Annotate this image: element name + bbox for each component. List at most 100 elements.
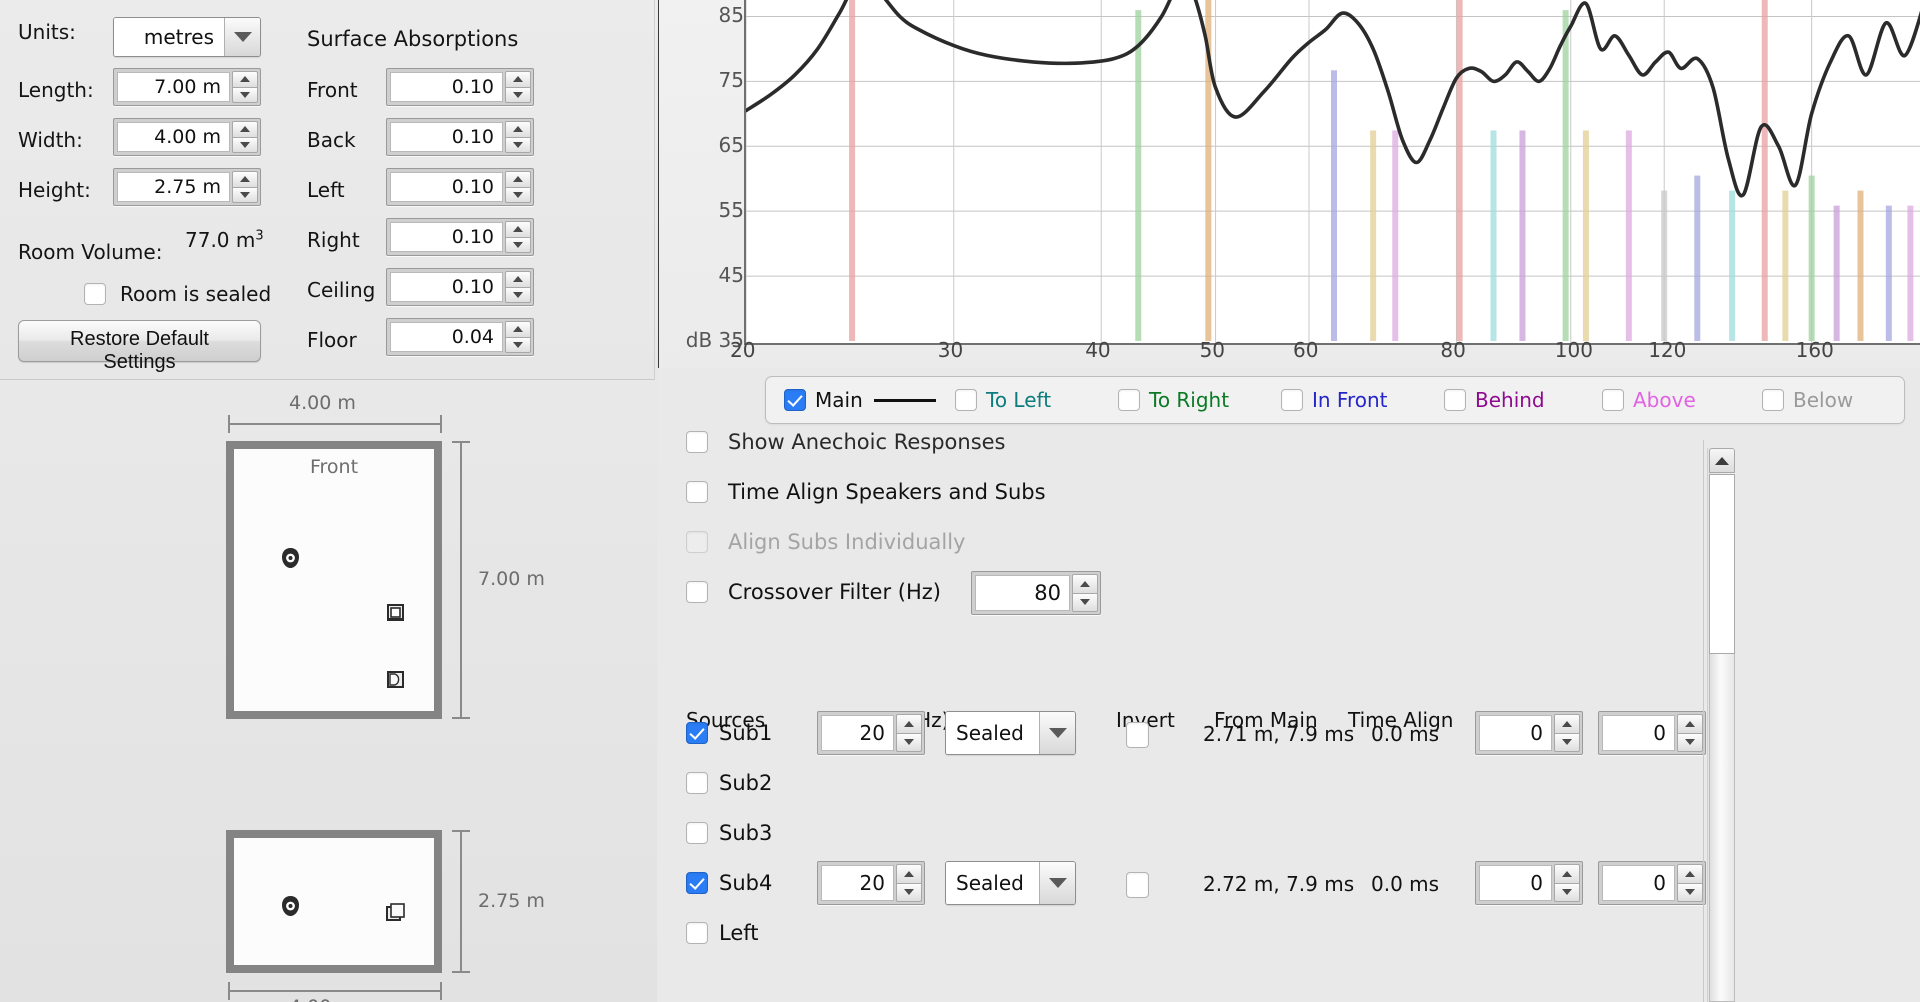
width-stepper-buttons[interactable] (232, 121, 258, 153)
legend-item-to-right[interactable]: To Right (1104, 388, 1267, 412)
absorption-right-increment-button[interactable] (505, 221, 531, 237)
crossover-decrement-button[interactable] (1072, 593, 1098, 613)
room-plan-view[interactable]: 4.00 m Front (0, 390, 655, 790)
absorption-input-floor[interactable]: 0.04 (390, 322, 503, 352)
listener-head-side-icon[interactable] (280, 895, 301, 917)
absorption-ceiling-buttons[interactable] (505, 271, 531, 303)
crossover-filter-row[interactable]: Crossover Filter (Hz) (686, 580, 941, 604)
scrollbar-thumb[interactable] (1709, 474, 1735, 654)
absorption-ceiling-increment-button[interactable] (505, 271, 531, 287)
subwoofer-side-icon[interactable] (386, 903, 406, 923)
delay-sub4-increment-button[interactable] (1554, 864, 1580, 883)
chart-legend[interactable]: MainTo LeftTo RightIn FrontBehindAboveBe… (765, 376, 1905, 424)
absorption-floor-buttons[interactable] (505, 321, 531, 353)
source-checkbox-sub2[interactable] (686, 772, 708, 794)
lf-3db-sub1-stepper[interactable]: 20 (817, 711, 925, 755)
lf-3db-sub1-stepper-buttons[interactable] (896, 714, 922, 752)
absorption-left-increment-button[interactable] (505, 171, 531, 187)
width-increment-button[interactable] (232, 121, 258, 137)
source-checkbox-sub4[interactable] (686, 872, 708, 894)
show-anechoic-row[interactable]: Show Anechoic Responses (686, 430, 1006, 454)
width-stepper[interactable]: 4.00 m (113, 118, 261, 156)
legend-checkbox-behind[interactable] (1444, 389, 1466, 411)
lf-3db-sub4-input[interactable]: 20 (821, 865, 894, 901)
gain-sub1-input[interactable]: 0 (1602, 715, 1675, 751)
frequency-response-chart[interactable]: 4555657585dB 35 203040506080100120160 (658, 0, 1920, 368)
scrollbar-up-button[interactable] (1709, 448, 1735, 473)
table-row[interactable]: Left (686, 908, 1706, 958)
lf-3db-sub1-decrement-button[interactable] (896, 733, 922, 753)
absorption-stepper-right[interactable]: 0.10 (386, 218, 534, 256)
subwoofer-icon[interactable] (387, 671, 405, 689)
absorption-floor-increment-button[interactable] (505, 321, 531, 337)
gain-sub4-increment-button[interactable] (1677, 864, 1703, 883)
absorption-back-buttons[interactable] (505, 121, 531, 153)
absorption-input-ceiling[interactable]: 0.10 (390, 272, 503, 302)
gain-sub4-decrement-button[interactable] (1677, 883, 1703, 903)
crossover-filter-checkbox[interactable] (686, 581, 708, 603)
legend-checkbox-below[interactable] (1762, 389, 1784, 411)
gain-sub1-increment-button[interactable] (1677, 714, 1703, 733)
absorption-front-decrement-button[interactable] (505, 87, 531, 104)
units-select[interactable]: metres (113, 17, 261, 57)
listener-head-icon[interactable] (280, 547, 301, 569)
gain-sub4-stepper-buttons[interactable] (1677, 864, 1703, 902)
absorption-stepper-ceiling[interactable]: 0.10 (386, 268, 534, 306)
lf-3db-sub4-stepper-buttons[interactable] (896, 864, 922, 902)
lf-3db-sub4-increment-button[interactable] (896, 864, 922, 883)
enclosure-select-sub4[interactable]: Sealed (945, 861, 1076, 905)
delay-sub1-decrement-button[interactable] (1554, 733, 1580, 753)
time-align-checkbox[interactable] (686, 481, 708, 503)
width-input[interactable]: 4.00 m (117, 122, 230, 152)
legend-item-above[interactable]: Above (1588, 388, 1748, 412)
chart-plot-area[interactable] (744, 0, 1920, 345)
legend-item-in-front[interactable]: In Front (1267, 388, 1430, 412)
crossover-frequency-stepper[interactable]: 80 (971, 571, 1101, 615)
room-elevation-view[interactable]: 2.75 m 4.00 m (0, 820, 655, 1002)
table-row[interactable]: Sub3 (686, 808, 1706, 858)
invert-checkbox-sub1[interactable] (1126, 722, 1149, 748)
delay-sub4-input[interactable]: 0 (1479, 865, 1552, 901)
legend-item-to-left[interactable]: To Left (941, 388, 1104, 412)
absorption-front-buttons[interactable] (505, 71, 531, 103)
source-checkbox-sub3[interactable] (686, 822, 708, 844)
absorption-stepper-left[interactable]: 0.10 (386, 168, 534, 206)
table-row[interactable]: Sub120Sealed2.71 m, 7.9 ms0.0 ms00 (686, 708, 1706, 758)
absorption-right-decrement-button[interactable] (505, 237, 531, 254)
legend-checkbox-to-right[interactable] (1118, 389, 1140, 411)
legend-checkbox-main[interactable] (784, 389, 806, 411)
height-stepper-buttons[interactable] (232, 171, 258, 203)
height-input[interactable]: 2.75 m (117, 172, 230, 202)
crossover-increment-button[interactable] (1072, 574, 1098, 593)
legend-checkbox-to-left[interactable] (955, 389, 977, 411)
delay-sub1-stepper-buttons[interactable] (1554, 714, 1580, 752)
absorption-back-decrement-button[interactable] (505, 137, 531, 154)
show-anechoic-checkbox[interactable] (686, 431, 708, 453)
restore-default-settings-button[interactable]: Restore Default Settings (18, 320, 261, 362)
lf-3db-sub1-increment-button[interactable] (896, 714, 922, 733)
crossover-frequency-input[interactable]: 80 (975, 575, 1070, 611)
absorption-stepper-front[interactable]: 0.10 (386, 68, 534, 106)
absorption-input-front[interactable]: 0.10 (390, 72, 503, 102)
absorption-floor-decrement-button[interactable] (505, 337, 531, 354)
chevron-down-icon[interactable] (224, 18, 260, 56)
source-checkbox-sub1[interactable] (686, 722, 708, 744)
plan-room-outline[interactable]: Front (226, 441, 442, 719)
absorption-input-back[interactable]: 0.10 (390, 122, 503, 152)
speaker-icon[interactable] (387, 604, 405, 622)
source-checkbox-left[interactable] (686, 922, 708, 944)
length-increment-button[interactable] (232, 71, 258, 87)
absorption-input-right[interactable]: 0.10 (390, 222, 503, 252)
delay-sub1-increment-button[interactable] (1554, 714, 1580, 733)
absorption-front-increment-button[interactable] (505, 71, 531, 87)
height-increment-button[interactable] (232, 171, 258, 187)
length-stepper-buttons[interactable] (232, 71, 258, 103)
gain-sub4-stepper[interactable]: 0 (1598, 861, 1706, 905)
length-stepper[interactable]: 7.00 m (113, 68, 261, 106)
absorption-input-left[interactable]: 0.10 (390, 172, 503, 202)
absorption-left-decrement-button[interactable] (505, 187, 531, 204)
absorption-stepper-floor[interactable]: 0.04 (386, 318, 534, 356)
height-decrement-button[interactable] (232, 187, 258, 204)
absorption-back-increment-button[interactable] (505, 121, 531, 137)
elevation-room-outline[interactable] (226, 830, 442, 973)
